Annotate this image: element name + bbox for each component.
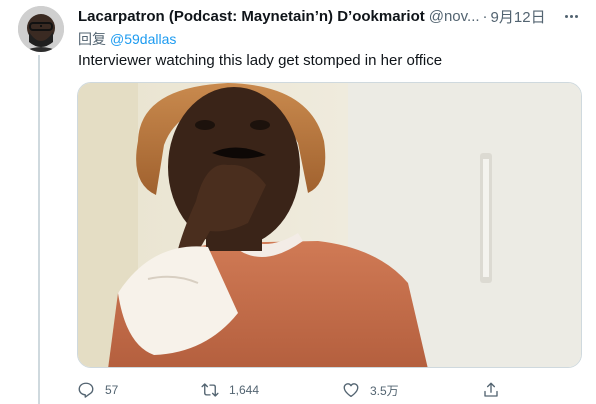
retweet-button[interactable]: 1,644 xyxy=(201,378,259,402)
like-count: 3.5万 xyxy=(370,383,399,398)
heart-icon xyxy=(342,381,360,399)
avatar[interactable] xyxy=(18,6,64,52)
tweet-timestamp[interactable]: 9月12日 xyxy=(491,6,546,27)
tweet[interactable]: Lacarpatron (Podcast: Maynetain’n) D’ook… xyxy=(0,0,596,404)
tweet-header: Lacarpatron (Podcast: Maynetain’n) D’ook… xyxy=(78,6,578,26)
author-handle[interactable]: @nov... xyxy=(429,8,480,25)
header-separator: · xyxy=(482,7,488,25)
reply-mention-link[interactable]: @59dallas xyxy=(110,31,176,47)
reply-count: 57 xyxy=(105,383,119,397)
reply-icon xyxy=(77,381,95,399)
reply-label: 回复 xyxy=(78,31,106,47)
thread-line xyxy=(38,55,40,404)
tweet-media-image[interactable] xyxy=(77,82,582,368)
tweet-text: Interviewer watching this lady get stomp… xyxy=(78,52,443,69)
author-display-name[interactable]: Lacarpatron (Podcast: Maynetain’n) D’ook… xyxy=(78,8,425,25)
tweet-actions: 57 1,644 3.5万 xyxy=(77,378,582,402)
share-button[interactable] xyxy=(482,378,500,402)
retweet-count: 1,644 xyxy=(229,383,260,397)
share-icon xyxy=(482,381,500,399)
reply-button[interactable]: 57 xyxy=(77,378,118,402)
retweet-icon xyxy=(201,381,219,399)
like-button[interactable]: 3.5万 xyxy=(342,378,399,402)
reply-context: 回复 @59dallas xyxy=(78,29,176,49)
more-icon[interactable] xyxy=(561,7,581,25)
